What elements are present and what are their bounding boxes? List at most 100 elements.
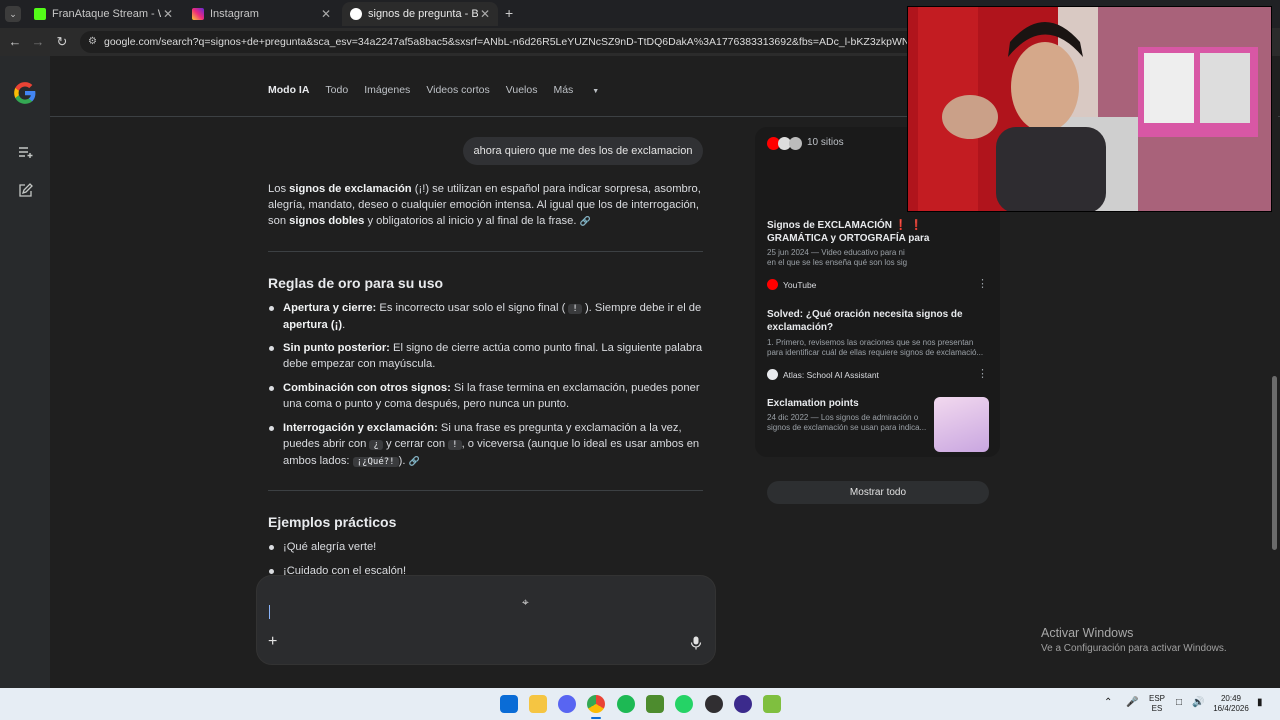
google-icon [350, 8, 362, 20]
language-indicator[interactable]: ESP ES [1146, 694, 1168, 714]
close-tab-icon[interactable]: ✕ [478, 7, 492, 21]
answer-intro: Los signos de exclamación (¡!) se utiliz… [268, 181, 708, 229]
show-all-button[interactable]: Mostrar todo [767, 481, 989, 504]
volume-icon[interactable]: 🔊 [1192, 698, 1204, 708]
mouse-ibeam-cursor: ⌖ [522, 595, 529, 609]
site-name: Atlas: School AI Assistant [783, 369, 879, 380]
source-desc: 25 jun 2024 — Video educativo para ni [767, 248, 905, 257]
date: 16/4/2026 [1213, 704, 1249, 713]
text: una coma o punto y coma después, pero nu… [283, 398, 570, 410]
tab-google-search[interactable]: signos de pregunta - Buscar co ✕ [342, 2, 498, 26]
chrome-icon[interactable] [587, 695, 605, 713]
webcam-picture [908, 7, 1271, 211]
instagram-icon [192, 8, 204, 20]
search-mode-tabs: Modo IA Todo Imágenes Videos cortos Vuel… [268, 84, 631, 100]
example-item: ¡Qué alegría verte! [283, 541, 377, 553]
app-icon[interactable] [734, 695, 752, 713]
bullet [269, 306, 274, 311]
source-favicons[interactable] [767, 137, 803, 150]
obs-icon[interactable] [705, 695, 723, 713]
network-icon[interactable]: □ [1176, 698, 1182, 708]
text: , o viceversa (aunque lo ideal es usar a… [461, 438, 700, 450]
sources-count[interactable]: 10 sitios [807, 137, 844, 148]
language-code: ESP [1148, 694, 1165, 703]
source-thumbnail[interactable] [934, 397, 989, 452]
more-options-icon[interactable]: ⋮ [977, 367, 988, 380]
text: puedes abrir con [283, 438, 370, 450]
source-site: Atlas: School AI Assistant [767, 369, 879, 380]
history-list-icon[interactable] [17, 144, 33, 160]
close-tab-icon[interactable]: ✕ [161, 7, 175, 21]
tab-mas-label: Más [553, 84, 574, 96]
tab-modo-ia[interactable]: Modo IA [268, 84, 309, 100]
text: y obligatorios al inicio y al final de l… [364, 215, 577, 227]
notification-icon[interactable]: ▮ [1257, 698, 1263, 708]
close-tab-icon[interactable]: ✕ [319, 7, 333, 21]
kick-icon [34, 8, 46, 20]
tab-instagram[interactable]: Instagram ✕ [184, 2, 339, 26]
tab-imagenes[interactable]: Imágenes [364, 84, 410, 100]
atlas-icon [767, 369, 778, 380]
text: Si una frase es pregunta y exclamación a… [437, 422, 682, 434]
examples-heading: Ejemplos prácticos [268, 514, 397, 530]
source-title[interactable]: Exclamation points [767, 397, 927, 410]
scrollbar-thumb[interactable] [1272, 376, 1277, 550]
new-chat-edit-icon[interactable] [17, 183, 33, 199]
tab-videos-cortos[interactable]: Videos cortos [426, 84, 489, 100]
package-icon[interactable] [763, 695, 781, 713]
google-logo-icon[interactable] [12, 80, 38, 106]
windows-start-icon[interactable] [500, 695, 518, 713]
source-title[interactable]: Solved: ¿Qué oración necesita signos de … [767, 308, 977, 334]
bullet [269, 545, 274, 550]
tab-mas[interactable]: Más ▼ [553, 84, 615, 100]
tab-todo[interactable]: Todo [325, 84, 348, 100]
caret-down-icon: ▼ [592, 88, 600, 95]
more-options-icon[interactable]: ⋮ [977, 277, 988, 290]
source-desc: 1. Primero, revisemos las oraciones que … [767, 338, 974, 347]
reload-icon[interactable]: ↻ [54, 34, 70, 50]
bullet [269, 426, 274, 431]
link-icon[interactable]: 🔗 [409, 456, 420, 466]
rules-heading: Reglas de oro para su uso [268, 275, 444, 291]
rule-title: Sin punto posterior: [283, 342, 390, 354]
scrollbar-track[interactable] [1271, 56, 1278, 688]
discord-icon[interactable] [558, 695, 576, 713]
forward-icon[interactable]: → [30, 34, 46, 50]
tab-list-button[interactable]: ⌄ [5, 6, 21, 22]
text: ambos lados: [283, 455, 353, 467]
youtube-icon [767, 279, 778, 290]
site-icon [789, 137, 802, 150]
whatsapp-icon[interactable] [675, 695, 693, 713]
text: Es incorrecto usar solo el signo final ( [376, 302, 566, 314]
bold-text: signos de exclamación [289, 183, 412, 195]
text: (¡!) se utilizan en español para indicar… [411, 183, 701, 195]
source-desc: 24 dic 2022 — Los signos de admiración o [767, 413, 919, 422]
ask-input-box[interactable]: + [256, 575, 716, 665]
chevron-up-icon[interactable]: ⌃ [1104, 698, 1112, 708]
left-rail [0, 56, 50, 688]
address-bar[interactable]: ⚙ google.com/search?q=signos+de+pregunta… [80, 31, 920, 53]
clock[interactable]: 20:49 16/4/2026 [1210, 694, 1252, 714]
site-info-icon[interactable]: ⚙ [88, 31, 97, 53]
text: ). [398, 455, 406, 467]
add-icon[interactable]: + [268, 634, 277, 650]
rule-title: Apertura y cierre: [283, 302, 377, 314]
file-explorer-icon[interactable] [529, 695, 547, 713]
text: y cerrar con [382, 438, 449, 450]
tab-franataque[interactable]: FranAtaque Stream - Watch Liv ✕ [26, 2, 181, 26]
spotify-icon[interactable] [617, 695, 635, 713]
link-icon[interactable]: 🔗 [580, 216, 591, 226]
text: . [342, 319, 346, 331]
minecraft-icon[interactable] [646, 695, 664, 713]
user-message: ahora quiero que me des los de exclamaci… [463, 137, 703, 165]
microphone-tray-icon[interactable]: 🎤 [1126, 698, 1138, 708]
rule-item: Combinación con otros signos: Si la fras… [283, 380, 703, 412]
intro-line-1: Los signos de exclamación (¡!) se utiliz… [268, 181, 708, 197]
new-tab-button[interactable]: + [505, 6, 513, 20]
back-icon[interactable]: ← [7, 34, 23, 50]
tab-vuelos[interactable]: Vuelos [506, 84, 538, 100]
intro-line-3: son signos dobles y obligatorios al inic… [268, 213, 708, 229]
microphone-icon[interactable] [690, 636, 702, 650]
bullet [269, 386, 274, 391]
source-title[interactable]: Signos de EXCLAMACIÓN ❗ ❗ GRAMÁTICA y OR… [767, 219, 977, 245]
